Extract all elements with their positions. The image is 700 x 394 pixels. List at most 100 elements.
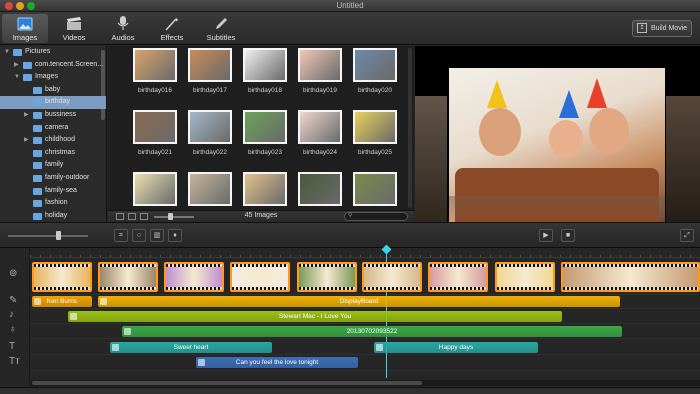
tab-images[interactable]: Images bbox=[2, 14, 48, 43]
sidebar-item-birthday[interactable]: birthday bbox=[0, 96, 106, 109]
text-handle-icon bbox=[376, 344, 383, 351]
play-button[interactable]: ▶ bbox=[539, 229, 553, 242]
delete-button[interactable]: ▥ bbox=[150, 229, 164, 242]
media-thumbnail[interactable] bbox=[125, 172, 185, 206]
sidebar-item-family-outdoor[interactable]: family-outdoor bbox=[0, 172, 106, 185]
video-clip[interactable] bbox=[428, 262, 488, 292]
effect-bar[interactable]: DisplayBoard bbox=[98, 296, 620, 307]
text-bar[interactable]: Sweet heart bbox=[110, 342, 272, 353]
lane-divider bbox=[30, 338, 700, 339]
text-label: Happy days bbox=[438, 344, 474, 351]
tab-audios[interactable]: Audios bbox=[100, 14, 146, 43]
rotate-button[interactable]: ○ bbox=[132, 229, 146, 242]
tab-videos[interactable]: Videos bbox=[51, 14, 97, 43]
tab-effects-label: Effects bbox=[160, 33, 184, 42]
party-hat bbox=[587, 78, 607, 108]
sidebar-item-fashion[interactable]: fashion bbox=[0, 197, 106, 210]
subtitle-bar[interactable]: Can you feel the love tonight bbox=[196, 357, 358, 368]
media-search-input[interactable]: ⚲ bbox=[344, 212, 408, 221]
lane-divider bbox=[30, 308, 700, 309]
media-thumbnail[interactable]: birthday019 bbox=[290, 48, 350, 94]
video-clip[interactable] bbox=[98, 262, 158, 292]
media-thumbnail[interactable]: birthday016 bbox=[125, 48, 185, 94]
audio-bar[interactable]: Stewart Mac - I Love You bbox=[68, 311, 562, 322]
disclosure-open-icon[interactable]: ▼ bbox=[14, 71, 20, 84]
film-strip bbox=[34, 264, 90, 267]
media-thumbnail[interactable]: birthday020 bbox=[345, 48, 405, 94]
thumbnail-caption: birthday023 bbox=[248, 149, 282, 156]
person bbox=[549, 120, 583, 158]
timeline-zoom-slider[interactable] bbox=[8, 235, 88, 237]
stop-icon: ■ bbox=[565, 232, 571, 239]
thumbnail-image bbox=[353, 172, 397, 206]
sidebar-item-family-sea[interactable]: family-sea bbox=[0, 185, 106, 198]
audio-bar[interactable]: 20130702093522 bbox=[122, 326, 622, 337]
media-scrollbar[interactable] bbox=[408, 48, 412, 208]
media-thumbnail[interactable] bbox=[180, 172, 240, 206]
thumbnail-image bbox=[298, 172, 342, 206]
sidebar-item-images[interactable]: ▼ Images bbox=[0, 71, 106, 84]
disclosure-closed-icon[interactable]: ▶ bbox=[24, 109, 29, 122]
tab-subtitles[interactable]: Subtitles bbox=[198, 14, 244, 43]
title-bar: Untitled bbox=[0, 0, 700, 12]
tab-images-label: Images bbox=[12, 33, 38, 42]
media-thumbnail[interactable]: birthday018 bbox=[235, 48, 295, 94]
thumbnail-image bbox=[188, 48, 232, 82]
video-clip[interactable] bbox=[230, 262, 290, 292]
svg-text:✦: ✦ bbox=[174, 17, 179, 24]
record-button[interactable]: ♦ bbox=[168, 229, 182, 242]
sidebar-item-bussiness[interactable]: ▶ bussiness bbox=[0, 109, 106, 122]
media-footer: 45 Images ⚲ bbox=[108, 210, 414, 222]
tab-videos-label: Videos bbox=[62, 33, 86, 42]
sidebar-item-family[interactable]: family bbox=[0, 159, 106, 172]
sidebar-item-label: com.tencent.Screen... bbox=[35, 60, 104, 68]
disclosure-open-icon[interactable]: ▼ bbox=[4, 46, 10, 59]
sidebar-item-childhood[interactable]: ▶ childhood bbox=[0, 134, 106, 147]
disclosure-closed-icon[interactable]: ▶ bbox=[24, 134, 29, 147]
folder-icon bbox=[33, 137, 42, 145]
timeline-ruler[interactable] bbox=[30, 248, 700, 258]
media-thumbnail[interactable]: birthday024 bbox=[290, 110, 350, 156]
media-thumbnail[interactable]: birthday025 bbox=[345, 110, 405, 156]
sidebar-item-camera[interactable]: camera bbox=[0, 122, 106, 135]
media-thumbnail[interactable] bbox=[235, 172, 295, 206]
fullscreen-button[interactable]: ⤢ bbox=[680, 229, 694, 242]
build-movie-button[interactable]: ↥ Build Movie bbox=[632, 20, 692, 37]
thumbnail-image bbox=[298, 110, 342, 144]
effect-bar[interactable]: Ken Burns bbox=[32, 296, 92, 307]
tab-effects[interactable]: ✦ Effects bbox=[149, 14, 195, 43]
timeline-zoom-knob[interactable] bbox=[56, 231, 61, 240]
sidebar-item-pictures[interactable]: ▼ Pictures bbox=[0, 46, 106, 59]
tab-audios-label: Audios bbox=[111, 33, 135, 42]
sidebar-item-com-tencent-screen[interactable]: ▶ com.tencent.Screen... bbox=[0, 59, 106, 72]
video-clip[interactable] bbox=[164, 262, 224, 292]
folder-icon bbox=[33, 149, 42, 157]
subtitle-label: Can you feel the love tonight bbox=[235, 359, 319, 366]
media-thumbnail[interactable] bbox=[290, 172, 350, 206]
media-thumbnail[interactable]: birthday017 bbox=[180, 48, 240, 94]
video-clip[interactable] bbox=[495, 262, 555, 292]
text-handle-icon bbox=[112, 344, 119, 351]
sidebar-item-baby[interactable]: baby bbox=[0, 84, 106, 97]
sidebar-item-christmas[interactable]: christmas bbox=[0, 147, 106, 160]
timeline-scroll-thumb[interactable] bbox=[32, 381, 422, 385]
video-clip[interactable] bbox=[32, 262, 92, 292]
thumbnail-image bbox=[243, 48, 287, 82]
video-clip[interactable] bbox=[297, 262, 357, 292]
timeline-scrollbar[interactable] bbox=[30, 380, 700, 386]
thumbnail-caption: birthday020 bbox=[358, 87, 392, 94]
media-thumbnail[interactable]: birthday021 bbox=[125, 110, 185, 156]
crop-button[interactable]: ⌗ bbox=[114, 229, 128, 242]
disclosure-closed-icon[interactable]: ▶ bbox=[14, 59, 19, 72]
stop-button[interactable]: ■ bbox=[561, 229, 575, 242]
sidebar-item-holiday[interactable]: holiday bbox=[0, 210, 106, 222]
media-thumbnail[interactable] bbox=[345, 172, 405, 206]
audio-handle-icon bbox=[70, 313, 77, 320]
media-thumbnail[interactable]: birthday023 bbox=[235, 110, 295, 156]
text-bar[interactable]: Happy days bbox=[374, 342, 538, 353]
video-clip[interactable] bbox=[561, 262, 700, 292]
sidebar-item-label: Pictures bbox=[25, 48, 51, 55]
thumbnail-image bbox=[133, 110, 177, 144]
media-thumbnail[interactable]: birthday022 bbox=[180, 110, 240, 156]
video-clip[interactable] bbox=[362, 262, 422, 292]
